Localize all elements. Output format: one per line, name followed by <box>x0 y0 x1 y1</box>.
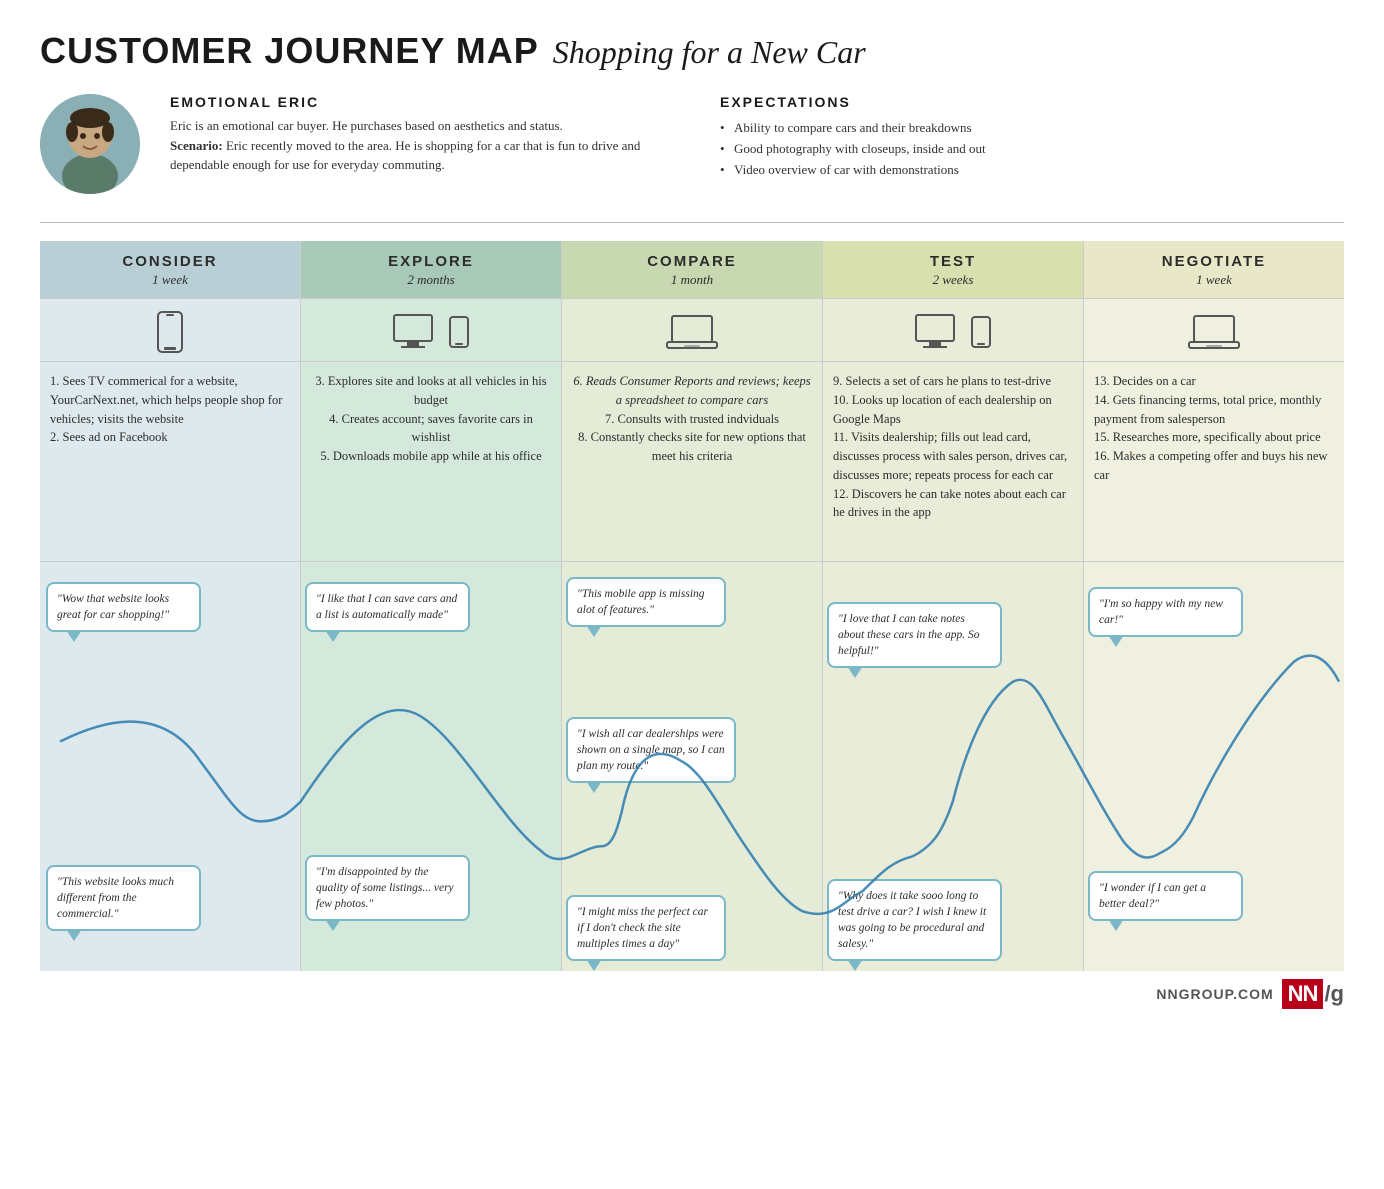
desktop-icon <box>393 314 441 350</box>
actions-consider: 1. Sees TV commerical for a website, You… <box>40 362 301 561</box>
em-compare: "This mobile app is missing alot of feat… <box>562 562 823 971</box>
laptop-icon-2 <box>1188 315 1240 349</box>
expectation-item-1: Ability to compare cars and their breakd… <box>720 118 1344 139</box>
footer: NNGROUP.COM NN /g <box>40 979 1344 1009</box>
desktop-icon-2 <box>915 314 963 350</box>
phase-header-consider: CONSIDER 1 week <box>40 241 301 298</box>
section-divider <box>40 222 1344 223</box>
bubble-consider-1: "Wow that website looks great for car sh… <box>46 582 201 632</box>
action-compare-2: 7. Consults with trusted indviduals <box>572 410 812 429</box>
actions-row: 1. Sees TV commerical for a website, You… <box>40 361 1344 561</box>
action-compare-1: 6. Reads Consumer Reports and reviews; k… <box>572 372 812 410</box>
nn-logo-slash: /g <box>1324 981 1344 1007</box>
phase-header-explore: EXPLORE 2 months <box>301 241 562 298</box>
footer-website: NNGROUP.COM <box>1156 986 1273 1002</box>
bubble-consider-2: "This website looks much different from … <box>46 865 201 931</box>
action-negotiate-3: 15. Researches more, specifically about … <box>1094 428 1334 447</box>
expectation-item-3: Video overview of car with demonstration… <box>720 160 1344 181</box>
bubble-test-2: "Why does it take sooo long to test driv… <box>827 879 1002 961</box>
phase-header-compare: COMPARE 1 month <box>562 241 823 298</box>
persona-name: EMOTIONAL ERIC <box>170 94 670 110</box>
device-row <box>40 298 1344 361</box>
title-area: CUSTOMER JOURNEY MAP Shopping for a New … <box>40 30 1344 72</box>
action-test-1: 9. Selects a set of cars he plans to tes… <box>833 372 1073 391</box>
phase-header-negotiate: NEGOTIATE 1 week <box>1084 241 1344 298</box>
action-negotiate-2: 14. Gets financing terms, total price, m… <box>1094 391 1334 429</box>
nn-logo: NN /g <box>1282 979 1344 1009</box>
scenario-label: Scenario: <box>170 138 223 153</box>
em-test: "I love that I can take notes about thes… <box>823 562 1084 971</box>
persona-description: Eric is an emotional car buyer. He purch… <box>170 116 670 175</box>
actions-test: 9. Selects a set of cars he plans to tes… <box>823 362 1084 561</box>
action-consider-1: 1. Sees TV commerical for a website, You… <box>50 372 290 428</box>
mobile-icon-2 <box>971 316 991 348</box>
bubble-test-1: "I love that I can take notes about thes… <box>827 602 1002 668</box>
laptop-icon <box>666 315 718 349</box>
persona-info: EMOTIONAL ERIC Eric is an emotional car … <box>170 94 670 175</box>
title-italic: Shopping for a New Car <box>553 34 866 71</box>
mobile-icon <box>449 316 469 348</box>
actions-negotiate: 13. Decides on a car 14. Gets financing … <box>1084 362 1344 561</box>
phone-icon <box>156 311 184 353</box>
journey-map: CONSIDER 1 week EXPLORE 2 months COMPARE… <box>40 241 1344 971</box>
phase-headers-row: CONSIDER 1 week EXPLORE 2 months COMPARE… <box>40 241 1344 298</box>
action-explore-2: 4. Creates account; saves favorite cars … <box>311 410 551 448</box>
expectations-section: EXPECTATIONS Ability to compare cars and… <box>700 94 1344 180</box>
action-explore-3: 5. Downloads mobile app while at his off… <box>311 447 551 466</box>
persona-desc-text: Eric is an emotional car buyer. He purch… <box>170 118 563 133</box>
device-negotiate <box>1084 299 1344 361</box>
actions-compare: 6. Reads Consumer Reports and reviews; k… <box>562 362 823 561</box>
expectations-title: EXPECTATIONS <box>720 94 1344 110</box>
em-consider: "Wow that website looks great for car sh… <box>40 562 301 971</box>
emotion-row: "Wow that website looks great for car sh… <box>40 561 1344 971</box>
bubble-compare-2: "I might miss the perfect car if I don't… <box>566 895 726 961</box>
device-test <box>823 299 1084 361</box>
em-negotiate: "I'm so happy with my new car!" "I wonde… <box>1084 562 1344 971</box>
scenario-text: Eric recently moved to the area. He is s… <box>170 138 640 173</box>
phase-header-test: TEST 2 weeks <box>823 241 1084 298</box>
device-consider <box>40 299 301 361</box>
expectations-list: Ability to compare cars and their breakd… <box>720 118 1344 180</box>
action-negotiate-4: 16. Makes a competing offer and buys his… <box>1094 447 1334 485</box>
action-negotiate-1: 13. Decides on a car <box>1094 372 1334 391</box>
persona-section: EMOTIONAL ERIC Eric is an emotional car … <box>40 94 1344 194</box>
em-explore: "I like that I can save cars and a list … <box>301 562 562 971</box>
action-test-4: 12. Discovers he can take notes about ea… <box>833 485 1073 523</box>
bubble-compare-3: "I wish all car dealerships were shown o… <box>566 717 736 783</box>
bubble-negotiate-2: "I wonder if I can get a better deal?" <box>1088 871 1243 921</box>
action-explore-1: 3. Explores site and looks at all vehicl… <box>311 372 551 410</box>
title-bold: CUSTOMER JOURNEY MAP <box>40 30 539 72</box>
nn-logo-text: NN <box>1282 979 1324 1009</box>
action-test-3: 11. Visits dealership; fills out lead ca… <box>833 428 1073 484</box>
bubble-compare-1: "This mobile app is missing alot of feat… <box>566 577 726 627</box>
action-compare-3: 8. Constantly checks site for new option… <box>572 428 812 466</box>
action-test-2: 10. Looks up location of each dealership… <box>833 391 1073 429</box>
bubble-explore-2: "I'm disappointed by the quality of some… <box>305 855 470 921</box>
avatar <box>40 94 140 194</box>
device-compare <box>562 299 823 361</box>
bubble-explore-1: "I like that I can save cars and a list … <box>305 582 470 632</box>
expectation-item-2: Good photography with closeups, inside a… <box>720 139 1344 160</box>
actions-explore: 3. Explores site and looks at all vehicl… <box>301 362 562 561</box>
action-consider-2: 2. Sees ad on Facebook <box>50 428 290 447</box>
page-wrapper: CUSTOMER JOURNEY MAP Shopping for a New … <box>40 30 1344 1009</box>
device-explore <box>301 299 562 361</box>
bubble-negotiate-1: "I'm so happy with my new car!" <box>1088 587 1243 637</box>
